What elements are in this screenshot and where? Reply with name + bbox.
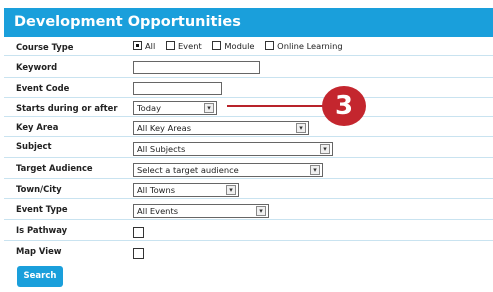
chevron-down-icon: ▾ (320, 144, 330, 154)
chevron-down-icon: ▾ (296, 123, 306, 133)
keyword-label: Keyword (16, 62, 58, 72)
starts-label: Starts during or after (16, 103, 118, 113)
target-audience-label: Target Audience (16, 163, 93, 173)
course-type-label: Course Type (16, 42, 74, 52)
callout-number-badge: 3 (322, 86, 366, 126)
page-title: Development Opportunities (4, 8, 493, 37)
key-area-select[interactable]: All Key Areas ▾ (133, 121, 309, 135)
map-view-row: Map View (4, 241, 493, 262)
callout-line (227, 105, 325, 107)
radio-icon (165, 41, 175, 50)
target-audience-row: Target Audience Select a target audience… (4, 158, 493, 179)
chevron-down-icon: ▾ (226, 185, 236, 195)
course-type-radio-module[interactable]: Module (212, 41, 255, 51)
radio-icon (265, 41, 275, 50)
map-view-label: Map View (16, 246, 62, 256)
target-audience-select[interactable]: Select a target audience ▾ (133, 163, 323, 177)
is-pathway-label: Is Pathway (16, 225, 68, 235)
keyword-input[interactable] (133, 61, 260, 74)
radio-icon (212, 41, 222, 50)
key-area-row: Key Area All Key Areas ▾ (4, 117, 493, 137)
town-city-select[interactable]: All Towns ▾ (133, 183, 239, 197)
starts-row: Starts during or after Today ▾ (4, 98, 493, 117)
subject-select[interactable]: All Subjects ▾ (133, 142, 333, 156)
course-type-radio-group: All Event Module Online Learning (133, 41, 351, 51)
course-type-radio-all[interactable]: All (133, 41, 155, 51)
course-type-radio-event[interactable]: Event (165, 41, 202, 51)
subject-label: Subject (16, 141, 52, 151)
course-type-radio-online-learning[interactable]: Online Learning (265, 41, 343, 51)
event-type-label: Event Type (16, 204, 68, 214)
event-type-select[interactable]: All Events ▾ (133, 204, 269, 218)
is-pathway-checkbox[interactable] (133, 227, 144, 238)
event-code-label: Event Code (16, 83, 70, 93)
starts-select[interactable]: Today ▾ (133, 101, 217, 115)
town-city-label: Town/City (16, 184, 62, 194)
course-type-row: Course Type All Event Module Online Lear… (4, 37, 493, 56)
chevron-down-icon: ▾ (256, 206, 266, 216)
town-city-row: Town/City All Towns ▾ (4, 179, 493, 199)
is-pathway-row: Is Pathway (4, 220, 493, 241)
event-type-row: Event Type All Events ▾ (4, 199, 493, 220)
event-code-input[interactable] (133, 82, 222, 95)
search-button[interactable]: Search (17, 266, 63, 287)
keyword-row: Keyword (4, 56, 493, 78)
subject-row: Subject All Subjects ▾ (4, 137, 493, 158)
radio-checked-icon (133, 41, 142, 50)
map-view-checkbox[interactable] (133, 248, 144, 259)
chevron-down-icon: ▾ (310, 165, 320, 175)
chevron-down-icon: ▾ (204, 103, 214, 113)
key-area-label: Key Area (16, 122, 59, 132)
event-code-row: Event Code (4, 78, 493, 98)
